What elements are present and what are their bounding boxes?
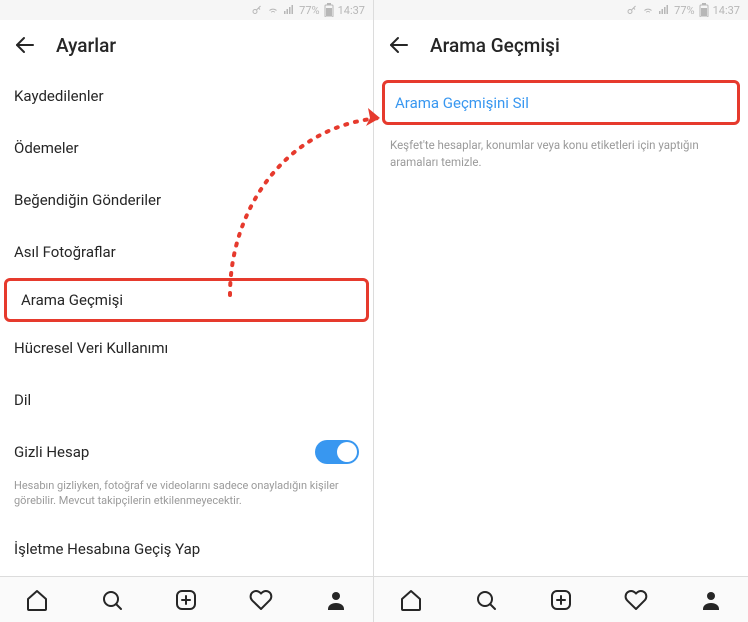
row-label: Asıl Fotoğraflar <box>14 243 116 261</box>
row-business-account[interactable]: İşletme Hesabına Geçiş Yap <box>0 523 373 575</box>
row-liked-posts[interactable]: Beğendiğin Gönderiler <box>0 174 373 226</box>
nav-add-icon[interactable] <box>166 580 206 620</box>
page-title: Ayarlar <box>56 34 116 57</box>
bottom-nav <box>0 576 373 622</box>
row-private-account[interactable]: Gizli Hesap <box>0 426 373 478</box>
row-label: Dil <box>14 391 31 409</box>
settings-list: Kaydedilenler Ödemeler Beğendiğin Gönder… <box>0 70 373 576</box>
statusbar: 77% 14:37 <box>374 0 748 20</box>
nav-search-icon[interactable] <box>92 580 132 620</box>
row-label: Ödemeler <box>14 139 79 157</box>
statusbar: 77% 14:37 <box>0 0 373 20</box>
row-label: Beğendiğin Gönderiler <box>14 191 161 209</box>
key-icon <box>626 4 638 16</box>
bottom-nav <box>374 576 748 622</box>
toggle-knob <box>337 442 357 462</box>
nav-home-icon[interactable] <box>17 580 57 620</box>
row-label: İşletme Hesabına Geçiş Yap <box>14 540 200 558</box>
nav-search-icon[interactable] <box>466 580 506 620</box>
nav-add-icon[interactable] <box>541 580 581 620</box>
signal-icon <box>658 4 670 16</box>
battery-pct: 77% <box>299 4 319 17</box>
row-search-history[interactable]: Arama Geçmişi <box>4 278 369 322</box>
screen-settings: 77% 14:37 Ayarlar Kaydedilenler Ödemeler… <box>0 0 374 622</box>
nav-profile-icon[interactable] <box>691 580 731 620</box>
battery-icon <box>324 3 334 17</box>
page-title: Arama Geçmişi <box>430 34 560 57</box>
back-arrow-icon[interactable] <box>12 32 38 58</box>
header: Ayarlar <box>0 20 373 70</box>
screen-search-history: 77% 14:37 Arama Geçmişi Arama Geçmişini … <box>374 0 748 622</box>
battery-pct: 77% <box>674 4 694 17</box>
nav-activity-icon[interactable] <box>241 580 281 620</box>
clock: 14:37 <box>338 4 365 17</box>
clear-search-history-row[interactable]: Arama Geçmişini Sil <box>382 80 740 125</box>
back-arrow-icon[interactable] <box>386 32 412 58</box>
row-language[interactable]: Dil <box>0 374 373 426</box>
row-label: Hücresel Veri Kullanımı <box>14 339 168 357</box>
wifi-icon <box>642 4 654 16</box>
nav-home-icon[interactable] <box>391 580 431 620</box>
wifi-icon <box>267 4 279 16</box>
nav-activity-icon[interactable] <box>616 580 656 620</box>
row-saved[interactable]: Kaydedilenler <box>0 70 373 122</box>
signal-icon <box>283 4 295 16</box>
row-label: Arama Geçmişi <box>21 291 123 309</box>
nav-profile-icon[interactable] <box>316 580 356 620</box>
row-payments[interactable]: Ödemeler <box>0 122 373 174</box>
row-original-photos[interactable]: Asıl Fotoğraflar <box>0 226 373 278</box>
row-label: Gizli Hesap <box>14 443 89 461</box>
search-history-content: Arama Geçmişini Sil Keşfet'te hesaplar, … <box>374 70 748 576</box>
battery-icon <box>699 3 709 17</box>
clear-search-history-desc: Keşfet'te hesaplar, konumlar veya konu e… <box>374 133 748 172</box>
clock: 14:37 <box>713 4 740 17</box>
row-cellular-data[interactable]: Hücresel Veri Kullanımı <box>0 322 373 374</box>
private-footnote: Hesabın gizliyken, fotoğraf ve videoları… <box>0 478 373 523</box>
clear-search-history-label: Arama Geçmişini Sil <box>395 94 529 112</box>
row-label: Kaydedilenler <box>14 87 104 105</box>
key-icon <box>251 4 263 16</box>
private-toggle[interactable] <box>315 440 359 464</box>
header: Arama Geçmişi <box>374 20 748 70</box>
